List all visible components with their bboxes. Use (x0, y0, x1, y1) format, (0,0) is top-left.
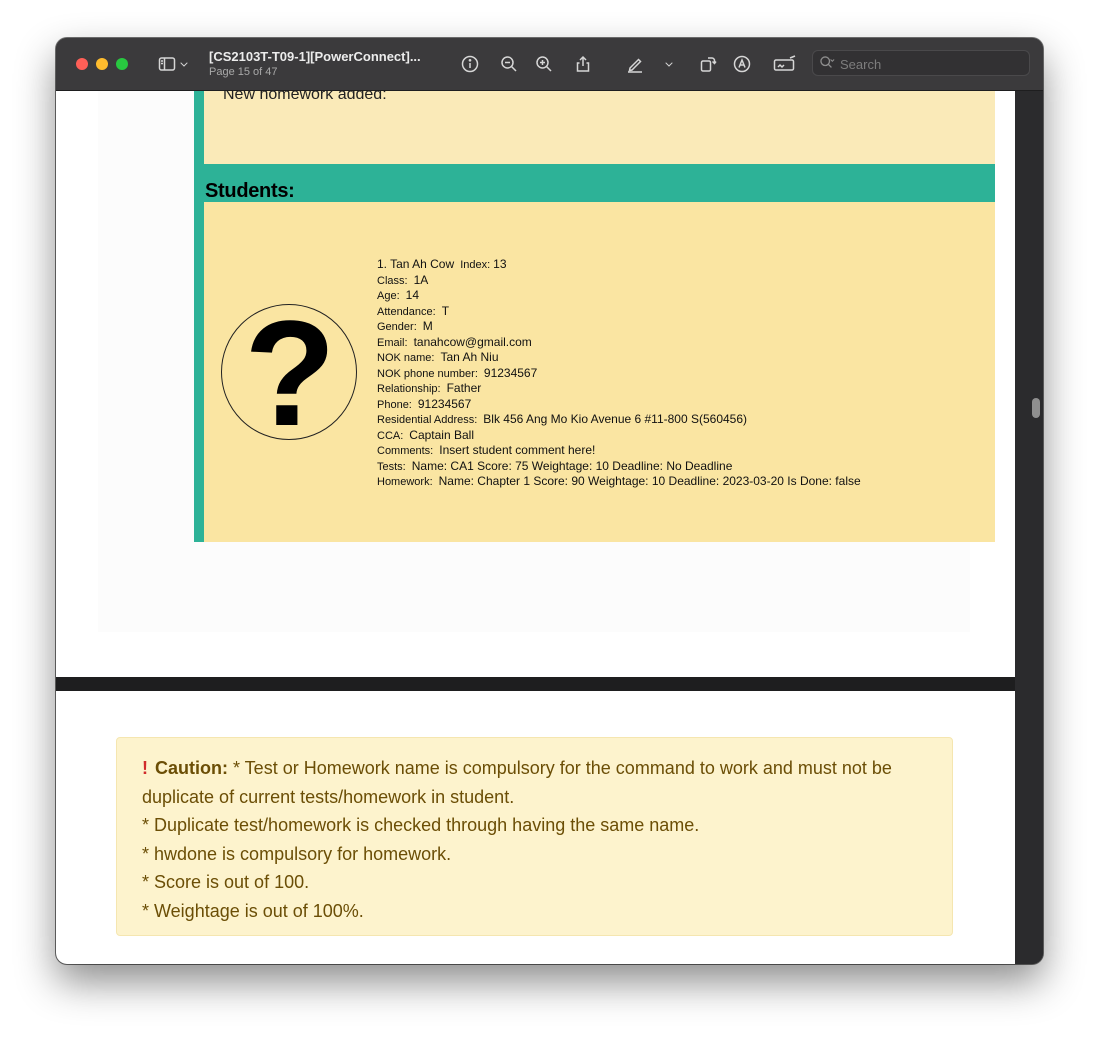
document-view[interactable]: New homework added: Students: ? 1. Tan A… (56, 91, 1043, 964)
field-label: NOK name: (377, 352, 435, 364)
student-field-row: Email: tanahcow@gmail.com (377, 335, 861, 351)
student-field-row: Comments: Insert student comment here! (377, 443, 861, 459)
student-index: 13 (493, 257, 507, 271)
student-header-row: 1. Tan Ah Cow Index: 13 (377, 257, 861, 273)
student-field-row: Homework: Name: Chapter 1 Score: 90 Weigh… (377, 474, 861, 490)
scrollbar-track[interactable] (1015, 91, 1043, 964)
caution-line-1: * Test or Homework name is compulsory fo… (142, 758, 892, 807)
field-value: Blk 456 Ang Mo Kio Avenue 6 #11-800 S(56… (483, 412, 748, 426)
accent-bar (194, 91, 204, 542)
title-bar: [CS2103T-T09-1][PowerConnect]... Page 15… (56, 38, 1043, 91)
student-avatar: ? (221, 289, 357, 457)
caution-line: * Weightage is out of 100%. (142, 900, 364, 921)
field-value: Name: Chapter 1 Score: 90 Weightage: 10 … (438, 474, 861, 488)
info-icon[interactable] (458, 52, 482, 76)
student-name: Tan Ah Cow (390, 257, 455, 271)
student-details: 1. Tan Ah Cow Index: 13 Class: 1A Age: 14 Att… (377, 257, 861, 490)
annotate-icon[interactable] (730, 52, 754, 76)
field-label: Residential Address: (377, 414, 478, 426)
field-label: Class: (377, 274, 408, 287)
field-value: 14 (405, 288, 419, 302)
field-label: Relationship: (377, 383, 441, 395)
field-label: Attendance: (377, 305, 436, 318)
close-button[interactable] (76, 58, 88, 70)
student-field-row: Phone: 91234567 (377, 397, 861, 413)
page-content-area: New homework added: Students: ? 1. Tan A… (98, 91, 995, 632)
exclamation-icon: ! (142, 758, 148, 778)
student-field-row: Relationship: Father (377, 381, 861, 397)
page-separator (56, 677, 1015, 691)
result-text: New homework added: (223, 91, 387, 103)
field-value: Insert student comment here! (439, 443, 596, 457)
index-label: Index: (460, 259, 491, 271)
document-title: [CS2103T-T09-1][PowerConnect]... (209, 49, 421, 64)
minimize-button[interactable] (96, 58, 108, 70)
field-label: Comments: (377, 445, 434, 457)
student-field-row: CCA: Captain Ball (377, 428, 861, 444)
field-label: Phone: (377, 398, 412, 411)
student-field-row: Attendance: T (377, 304, 861, 320)
caution-line: * Duplicate test/homework is checked thr… (142, 815, 700, 835)
share-icon[interactable] (571, 52, 595, 76)
student-field-row: Age: 14 (377, 288, 861, 304)
rotate-icon[interactable] (696, 52, 720, 76)
field-value: 91234567 (483, 365, 538, 380)
field-label: Email: (377, 336, 408, 349)
field-value: 1A (413, 272, 429, 287)
field-value: Captain Ball (409, 427, 474, 442)
search-icon (819, 55, 835, 76)
caution-box: ! Caution: * Test or Homework name is com… (116, 737, 953, 936)
chevron-down-icon[interactable] (662, 52, 676, 76)
search-placeholder: Search (840, 57, 882, 72)
caution-line: * Score is out of 100. (142, 872, 310, 892)
markup-icon[interactable] (623, 52, 647, 76)
field-value: M (422, 319, 433, 333)
preview-window: [CS2103T-T09-1][PowerConnect]... Page 15… (56, 38, 1043, 964)
question-mark-icon: ? (244, 289, 336, 457)
app-screenshot: New homework added: Students: ? 1. Tan A… (194, 91, 995, 542)
field-label: Homework: (377, 476, 433, 488)
caution-label: Caution: (155, 758, 228, 778)
search-field[interactable]: Search (812, 50, 1030, 76)
student-field-row: Class: 1A (377, 273, 861, 289)
scrollbar-thumb[interactable] (1032, 398, 1040, 418)
student-field-row: NOK phone number: 91234567 (377, 366, 861, 382)
field-value: Tan Ah Niu (440, 350, 499, 364)
student-field-row: Tests: Name: CA1 Score: 75 Weightage: 10 … (377, 459, 861, 475)
zoom-out-icon[interactable] (497, 52, 521, 76)
students-heading: Students: (205, 180, 295, 202)
zoom-button[interactable] (116, 58, 128, 70)
zoom-in-icon[interactable] (532, 52, 556, 76)
student-field-row: Gender: M (377, 319, 861, 335)
students-banner: Students: (204, 164, 995, 202)
signature-icon[interactable] (771, 52, 799, 76)
field-label: CCA: (377, 429, 404, 442)
field-value: 91234567 (417, 396, 472, 411)
sidebar-icon[interactable] (155, 52, 179, 76)
page-indicator: Page 15 of 47 (209, 66, 278, 78)
field-label: Age: (377, 290, 400, 302)
field-label: NOK phone number: (377, 367, 478, 380)
chevron-down-icon[interactable] (177, 52, 191, 76)
field-label: Gender: (377, 321, 417, 333)
result-panel: New homework added: (204, 91, 995, 164)
student-field-row: NOK name: Tan Ah Niu (377, 350, 861, 366)
student-number: 1. (377, 257, 388, 271)
field-value: Father (446, 381, 482, 395)
student-field-row: Residential Address: Blk 456 Ang Mo Kio A… (377, 412, 861, 428)
field-value: tanahcow@gmail.com (413, 334, 532, 349)
field-value: T (441, 303, 450, 318)
field-label: Tests: (377, 460, 406, 473)
caution-line: * hwdone is compulsory for homework. (142, 843, 452, 864)
field-value: Name: CA1 Score: 75 Weightage: 10 Deadli… (411, 458, 733, 473)
pdf-page-16: ! Caution: * Test or Homework name is com… (56, 691, 1015, 964)
pdf-page-15: New homework added: Students: ? 1. Tan A… (56, 91, 1015, 677)
